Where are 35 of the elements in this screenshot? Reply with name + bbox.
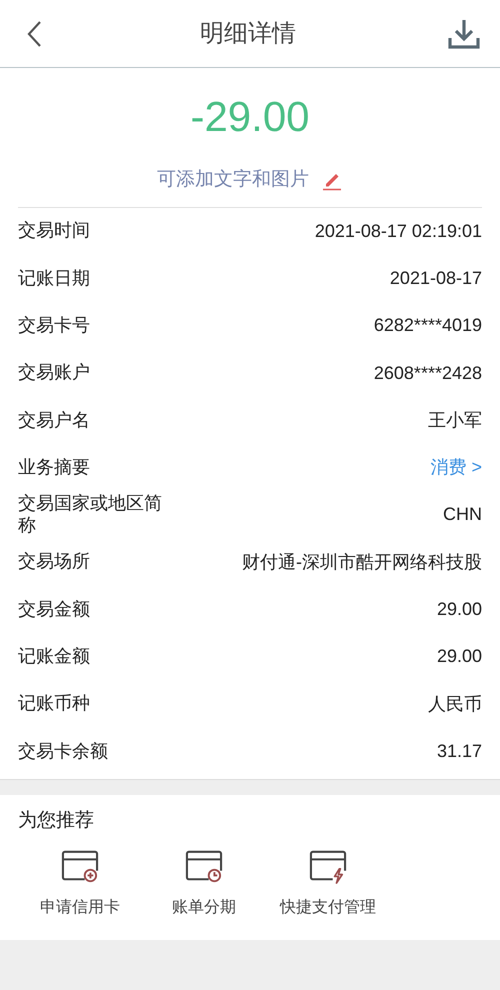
card-clock-icon	[183, 848, 225, 884]
field-value: CHN	[443, 503, 482, 526]
field-value: 2021-08-17	[390, 266, 482, 290]
field-label: 交易卡号	[18, 314, 91, 337]
field-label: 交易账户	[18, 362, 91, 384]
field-label: 业务摘要	[18, 456, 91, 478]
back-icon	[25, 20, 43, 48]
card-plus-icon	[59, 848, 101, 884]
field-label: 交易金额	[18, 598, 91, 620]
field-value: 29.00	[436, 598, 482, 622]
field-value: 人民币	[428, 692, 482, 716]
field-label: 交易卡余额	[18, 740, 109, 762]
recommend-item[interactable]: 账单分期	[142, 848, 266, 920]
field-label: 记账币种	[18, 693, 91, 715]
amount: -29.00	[190, 96, 310, 138]
field-value: 王小军	[428, 408, 482, 432]
field-label: 交易国家或地区简称	[18, 493, 163, 537]
add-note-link[interactable]: 可添加文字和图片	[157, 166, 343, 194]
section-title: 为您推荐	[18, 810, 94, 832]
field-value: 29.00	[436, 645, 482, 668]
field-value: 财付通-深圳市酷开网络科技股	[242, 550, 482, 574]
field-value: 6282****4019	[374, 314, 482, 338]
field-label: 交易户名	[18, 410, 91, 432]
field-value: 2021-08-17 02:19:01	[314, 220, 482, 243]
field-label: 记账日期	[18, 268, 91, 290]
field-value: 2608****2428	[374, 362, 482, 385]
recommend-item[interactable]: 申请信用卡	[18, 848, 142, 920]
card-lightning-icon	[307, 848, 349, 884]
field-label: 交易时间	[18, 220, 91, 242]
recommend-item[interactable]: 快捷支付管理	[266, 848, 390, 920]
field-label: 交易场所	[18, 551, 91, 574]
field-value: 31.17	[436, 740, 482, 763]
field-label: 记账金额	[18, 646, 91, 668]
page-title: 明细详情	[200, 18, 296, 48]
download-icon	[447, 18, 481, 50]
